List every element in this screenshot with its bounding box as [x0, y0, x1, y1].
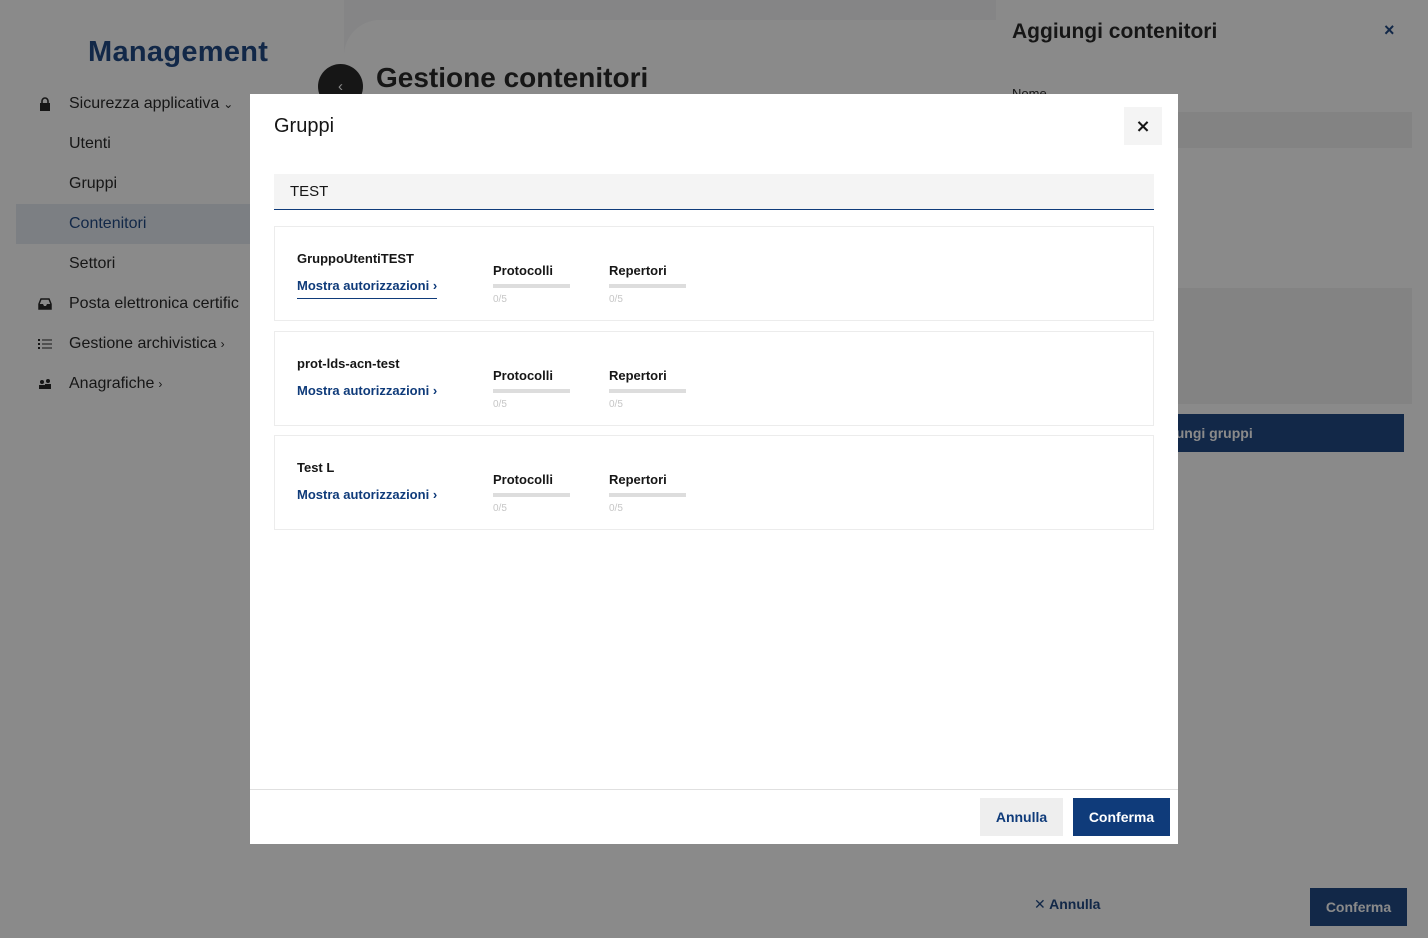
stat-label: Protocolli: [493, 472, 553, 487]
chevron-right-icon: ›: [432, 278, 438, 293]
groups-modal: Gruppi × GruppoUtentiTEST Mostra autoriz…: [250, 94, 1178, 844]
show-authorizations-link[interactable]: Mostra autorizzazioni ›: [297, 487, 437, 507]
stat-count: 0/5: [609, 399, 623, 410]
progress-bar: [609, 389, 686, 393]
group-card: GruppoUtentiTEST Mostra autorizzazioni ›…: [274, 226, 1154, 321]
stat-count: 0/5: [609, 294, 623, 305]
progress-bar: [609, 493, 686, 497]
divider: [250, 789, 1178, 790]
stat-count: 0/5: [609, 503, 623, 514]
protocolli-stat: Protocolli 0/5: [493, 263, 570, 305]
progress-bar: [609, 284, 686, 288]
link-label: Mostra autorizzazioni: [297, 487, 430, 502]
group-card: prot-lds-acn-test Mostra autorizzazioni …: [274, 331, 1154, 426]
stat-label: Repertori: [609, 472, 667, 487]
protocolli-stat: Protocolli 0/5: [493, 368, 570, 410]
repertori-stat: Repertori 0/5: [609, 368, 686, 410]
progress-bar: [493, 493, 570, 497]
modal-close-button[interactable]: ×: [1124, 107, 1162, 145]
link-label: Mostra autorizzazioni: [297, 278, 430, 293]
group-name: prot-lds-acn-test: [297, 356, 400, 371]
stat-label: Repertori: [609, 368, 667, 383]
group-name: Test L: [297, 460, 335, 475]
stat-label: Repertori: [609, 263, 667, 278]
protocolli-stat: Protocolli 0/5: [493, 472, 570, 514]
group-card: Test L Mostra autorizzazioni › Protocoll…: [274, 435, 1154, 530]
link-label: Mostra autorizzazioni: [297, 383, 430, 398]
stat-label: Protocolli: [493, 368, 553, 383]
cancel-button[interactable]: Annulla: [980, 798, 1063, 836]
modal-title: Gruppi: [274, 115, 335, 137]
chevron-right-icon: ›: [432, 487, 438, 502]
confirm-button[interactable]: Conferma: [1073, 798, 1170, 836]
search-input[interactable]: [274, 174, 1154, 210]
progress-bar: [493, 389, 570, 393]
stat-count: 0/5: [493, 503, 507, 514]
stat-count: 0/5: [493, 294, 507, 305]
group-name: GruppoUtentiTEST: [297, 251, 414, 266]
show-authorizations-link[interactable]: Mostra autorizzazioni ›: [297, 383, 437, 403]
stat-label: Protocolli: [493, 263, 553, 278]
repertori-stat: Repertori 0/5: [609, 472, 686, 514]
show-authorizations-link[interactable]: Mostra autorizzazioni ›: [297, 278, 438, 299]
chevron-right-icon: ›: [432, 383, 438, 398]
repertori-stat: Repertori 0/5: [609, 263, 686, 305]
stat-count: 0/5: [493, 399, 507, 410]
progress-bar: [493, 284, 570, 288]
